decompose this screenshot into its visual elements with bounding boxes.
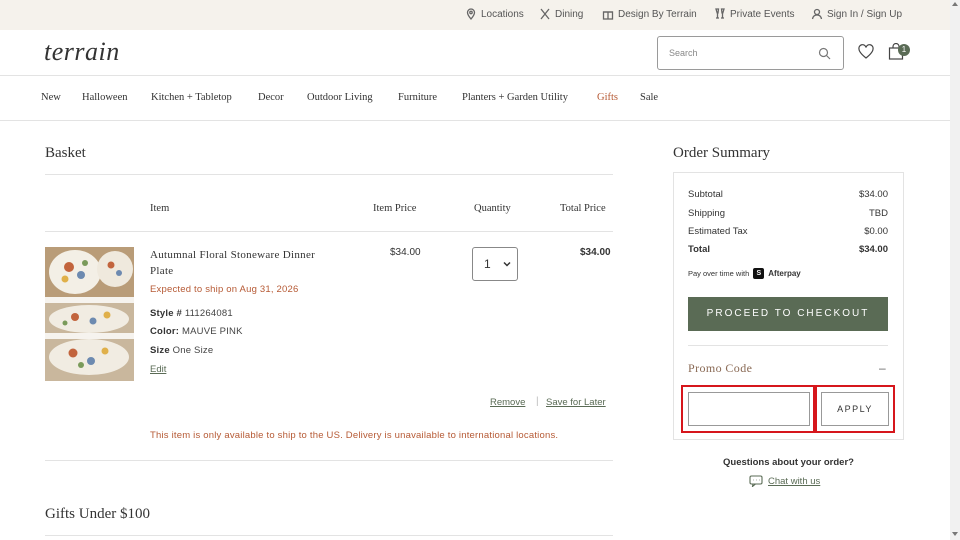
gifts-under-100-title: Gifts Under $100 — [45, 506, 150, 522]
afterpay-promo[interactable]: Pay over time with S Afterpay — [688, 268, 801, 279]
chevron-down-icon — [503, 261, 511, 267]
chat-label: Chat with us — [768, 475, 821, 487]
edit-link[interactable]: Edit — [150, 364, 166, 375]
total-value: $34.00 — [858, 244, 888, 255]
afterpay-brand: Afterpay — [768, 269, 801, 278]
chat-link[interactable]: Chat with us — [749, 475, 820, 487]
user-icon — [811, 8, 823, 20]
design-label: Design By Terrain — [618, 8, 697, 20]
shipping-value: TBD — [869, 208, 888, 219]
order-summary-title: Order Summary — [673, 145, 771, 161]
main-nav: New Halloween Kitchen + Tabletop Decor O… — [0, 76, 950, 121]
column-header-item-price: Item Price — [373, 203, 417, 214]
wishlist-heart-icon[interactable] — [858, 44, 874, 60]
promo-input-highlight — [681, 385, 815, 433]
design-link[interactable]: Design By Terrain — [602, 8, 697, 20]
events-link[interactable]: Private Events — [714, 8, 794, 20]
promo-code-label[interactable]: Promo Code — [688, 361, 752, 376]
scroll-down-arrow-icon[interactable] — [952, 532, 958, 536]
locations-label: Locations — [481, 8, 524, 20]
page-scrollbar[interactable] — [950, 0, 960, 540]
tax-label: Estimated Tax — [688, 226, 748, 237]
item-price: $34.00 — [390, 247, 421, 258]
size-label: Size — [150, 345, 170, 356]
shipping-row: Shipping TBD — [688, 208, 888, 219]
site-header: terrain 1 — [0, 30, 950, 76]
locations-link[interactable]: Locations — [465, 8, 524, 20]
remove-link[interactable]: Remove — [490, 397, 525, 408]
nav-item-sale[interactable]: Sale — [640, 92, 658, 103]
signin-label: Sign In / Sign Up — [827, 8, 903, 20]
tax-row: Estimated Tax $0.00 — [688, 226, 888, 237]
divider — [45, 535, 613, 536]
ship-date-note: Expected to ship on Aug 31, 2026 — [150, 284, 299, 295]
style-attribute: Style # 111264081 — [150, 308, 233, 319]
subtotal-label: Subtotal — [688, 189, 723, 200]
international-shipping-note: This item is only available to ship to t… — [150, 430, 559, 441]
divider — [688, 345, 888, 346]
color-label: Color: — [150, 326, 180, 337]
tax-value: $0.00 — [864, 226, 888, 237]
nav-item-planters-garden[interactable]: Planters + Garden Utility — [462, 92, 568, 103]
dining-label: Dining — [555, 8, 584, 20]
style-value: 111264081 — [184, 308, 233, 319]
chat-bubble-icon — [749, 475, 763, 487]
floral-plate-image — [45, 247, 134, 381]
nav-item-furniture[interactable]: Furniture — [398, 92, 437, 103]
shipping-label: Shipping — [688, 208, 725, 219]
quantity-select[interactable]: 1 — [472, 247, 518, 281]
nav-item-halloween[interactable]: Halloween — [82, 92, 127, 103]
quantity-value: 1 — [484, 257, 491, 271]
afterpay-text: Pay over time with — [688, 269, 750, 278]
apply-highlight: APPLY — [815, 385, 895, 433]
size-attribute: Size One Size — [150, 345, 213, 356]
questions-heading: Questions about your order? — [723, 457, 854, 468]
nav-item-new[interactable]: New — [41, 92, 61, 103]
size-value: One Size — [172, 345, 214, 356]
promo-code-input[interactable] — [688, 392, 810, 426]
link-separator: | — [536, 396, 539, 407]
search-box[interactable] — [657, 36, 844, 70]
total-price: $34.00 — [580, 247, 611, 258]
afterpay-logo-icon: S — [753, 268, 765, 279]
color-attribute: Color: MAUVE PINK — [150, 326, 243, 337]
cart-count-badge: 1 — [898, 44, 910, 56]
nav-item-gifts[interactable]: Gifts — [597, 92, 618, 103]
color-value: MAUVE PINK — [182, 326, 243, 337]
product-name[interactable]: Autumnal Floral Stoneware Dinner Plate — [150, 247, 320, 279]
location-pin-icon — [466, 8, 476, 20]
glasses-toast-icon — [715, 8, 725, 19]
signin-link[interactable]: Sign In / Sign Up — [811, 8, 902, 20]
search-input[interactable] — [658, 37, 808, 69]
divider — [45, 231, 613, 232]
collapse-minus-icon[interactable]: – — [879, 361, 886, 375]
total-label: Total — [688, 244, 710, 255]
apply-button[interactable]: APPLY — [821, 392, 889, 426]
save-for-later-link[interactable]: Save for Later — [546, 397, 606, 408]
column-header-total-price: Total Price — [560, 203, 606, 214]
nav-item-decor[interactable]: Decor — [258, 92, 284, 103]
style-label: Style # — [150, 308, 183, 319]
subtotal-row: Subtotal $34.00 — [688, 189, 888, 200]
divider — [45, 460, 613, 461]
proceed-to-checkout-button[interactable]: PROCEED TO CHECKOUT — [688, 297, 888, 331]
gift-box-icon — [602, 11, 614, 20]
utensils-icon — [540, 8, 550, 20]
events-label: Private Events — [730, 8, 795, 20]
scroll-up-arrow-icon[interactable] — [952, 2, 958, 6]
nav-item-kitchen-tabletop[interactable]: Kitchen + Tabletop — [151, 92, 232, 103]
divider — [45, 174, 613, 175]
search-icon[interactable] — [818, 47, 831, 60]
dining-link[interactable]: Dining — [539, 8, 583, 20]
column-header-quantity: Quantity — [474, 203, 511, 214]
terrain-logo[interactable]: terrain — [44, 37, 120, 67]
product-image[interactable] — [45, 247, 134, 381]
total-row: Total $34.00 — [688, 244, 888, 255]
utility-bar: Locations Dining Design By Terrain Priva… — [0, 0, 950, 30]
nav-item-outdoor-living[interactable]: Outdoor Living — [307, 92, 373, 103]
subtotal-value: $34.00 — [858, 189, 888, 200]
basket-title: Basket — [45, 145, 86, 161]
column-header-item: Item — [150, 203, 170, 214]
